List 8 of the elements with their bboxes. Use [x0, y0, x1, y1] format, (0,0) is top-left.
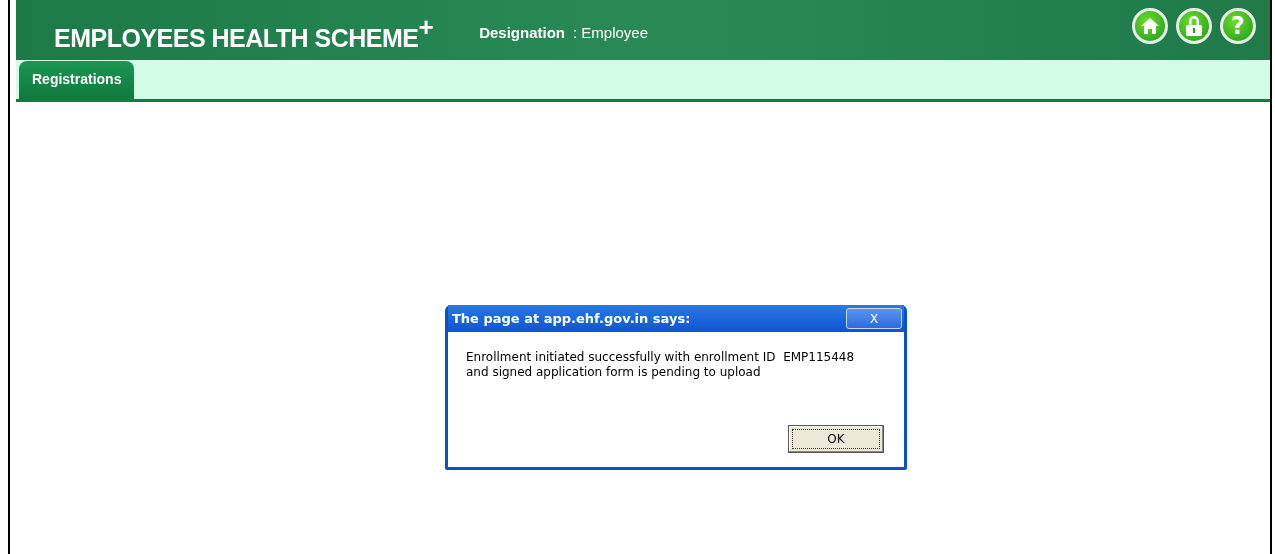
dialog-title: The page at app.ehf.gov.in says:: [452, 311, 691, 326]
registrations-tab[interactable]: Registrations: [19, 61, 135, 99]
close-button[interactable]: X: [846, 308, 902, 329]
ok-button[interactable]: OK: [788, 425, 884, 453]
dialog-message: Enrollment initiated successfully with enrollment ID EMP115448 and signed application form is pending to upload: [466, 350, 856, 380]
designation-text: Designation : Employee: [479, 22, 649, 43]
lock-icon[interactable]: [1176, 8, 1212, 44]
home-icon[interactable]: [1132, 8, 1168, 44]
